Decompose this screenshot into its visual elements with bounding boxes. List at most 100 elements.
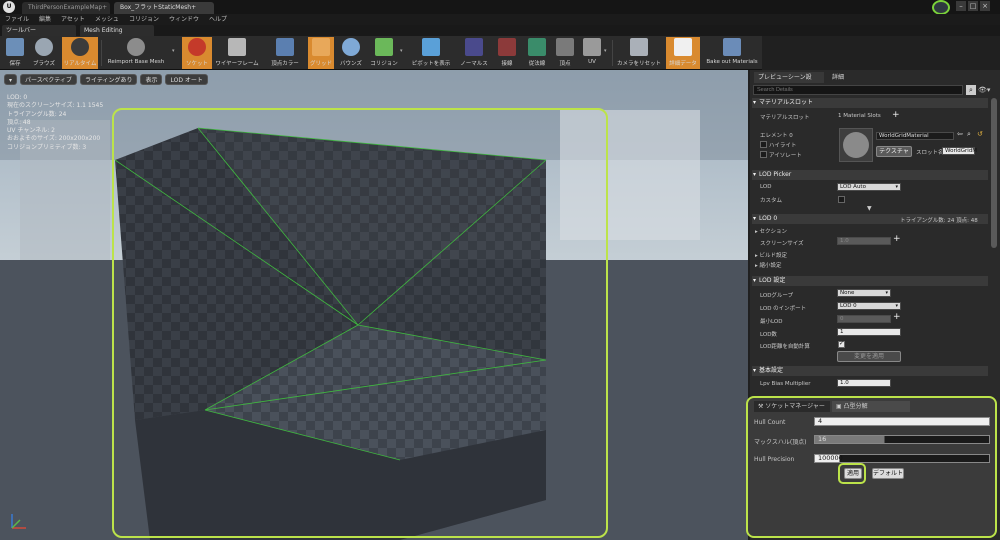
unreal-logo-icon: U — [3, 1, 15, 13]
isolate-label: アイソレート — [769, 153, 802, 159]
expand-chevron-icon[interactable]: ▼ — [867, 205, 872, 212]
lod-count-field[interactable]: 1 — [837, 328, 901, 336]
add-screen-size-icon[interactable]: + — [893, 234, 901, 244]
socket-icon — [188, 38, 206, 56]
details-scrollbar[interactable] — [991, 98, 997, 248]
section-lod-settings[interactable]: LOD 設定 — [752, 276, 988, 286]
menu-asset[interactable]: アセット — [56, 14, 90, 25]
lod-picker-dropdown[interactable]: LOD Auto — [837, 183, 901, 191]
reset-icon[interactable]: ↺ — [977, 130, 983, 138]
tab-third-person-map[interactable]: ThirdPersonExampleMap+ — [22, 2, 110, 14]
wireframe-button[interactable]: ワイヤーフレーム — [214, 37, 260, 69]
menu-bar: ファイル 編集 アセット メッシュ コリジョン ウィンドウ ヘルプ — [0, 14, 1000, 25]
collision-dropdown-icon[interactable]: ▾ — [400, 48, 405, 54]
section-basic-settings[interactable]: 基本設定 — [752, 366, 988, 376]
bounds-icon — [342, 38, 360, 56]
binormals-button[interactable]: 従法線 — [524, 37, 550, 69]
reduction-settings-row[interactable]: ▸ 縮小設定 — [755, 261, 782, 269]
minimize-button[interactable]: – — [956, 1, 966, 11]
uv-dropdown-icon[interactable]: ▾ — [604, 48, 609, 54]
vertex-color-button[interactable]: 頂点カラー — [266, 37, 304, 69]
vertices-button[interactable]: 頂点 — [554, 37, 576, 69]
viewport-highlight — [112, 108, 608, 538]
section-lod-picker[interactable]: LOD Picker — [752, 170, 988, 180]
hull-count-field[interactable]: 4 — [814, 417, 990, 426]
collision-icon — [375, 38, 393, 56]
hull-precision-field[interactable]: 100000 — [814, 454, 990, 463]
menu-mesh[interactable]: メッシュ — [90, 14, 124, 25]
close-window-button[interactable]: × — [980, 1, 990, 11]
lod-auto-button[interactable]: LOD オート — [165, 74, 208, 85]
section-subsection[interactable]: ▸ セクション — [755, 227, 787, 235]
bounds-button[interactable]: バウンズ — [338, 37, 364, 69]
tab-toolbar[interactable]: ツールバー — [2, 25, 76, 36]
reset-camera-button[interactable]: カメラをリセット — [616, 37, 662, 69]
slot-name-field[interactable]: WorldGridM — [942, 147, 977, 155]
search-icon[interactable]: ⌕ — [966, 85, 976, 95]
bake-out-materials-button[interactable]: Bake out Materials — [704, 37, 760, 69]
tangents-button[interactable]: 接線 — [494, 37, 520, 69]
lod-count-label: LOD数 — [760, 332, 777, 338]
tab-convex-decomposition[interactable]: ▣ 凸型分解 — [832, 401, 910, 412]
menu-edit[interactable]: 編集 — [34, 14, 56, 25]
reimport-base-mesh-button[interactable]: Reimport Base Mesh — [104, 37, 168, 69]
menu-help[interactable]: ヘルプ — [204, 14, 232, 25]
collision-button[interactable]: コリジョン — [368, 37, 400, 69]
eye-icon[interactable]: 👁▾ — [978, 85, 996, 95]
uv-button[interactable]: UV — [580, 37, 604, 69]
socket-button[interactable]: ソケット — [182, 37, 212, 69]
slot-name-label: スロット名 — [916, 150, 944, 156]
default-button[interactable]: デフォルト — [872, 468, 904, 479]
tab-socket-manager[interactable]: ⚒ ソケットマネージャー — [754, 401, 830, 412]
vertex-color-icon — [276, 38, 294, 56]
apply-changes-button[interactable]: 変更を適用 — [837, 351, 901, 362]
toolbar-divider — [612, 40, 613, 66]
maximize-button[interactable]: □ — [968, 1, 978, 11]
highlight-checkbox[interactable] — [760, 141, 767, 148]
menu-file[interactable]: ファイル — [0, 14, 34, 25]
lod-group-dropdown[interactable]: None — [837, 289, 891, 297]
browse-asset-icon[interactable]: ⌕ — [967, 130, 971, 139]
mesh-viewport[interactable]: ▾ パースペクティブ ライティングあり 表示 LOD オート LOD: 0 現在… — [0, 70, 748, 540]
reimport-dropdown-icon[interactable]: ▾ — [172, 48, 177, 54]
texture-dropdown[interactable]: テクスチャ — [876, 146, 912, 157]
add-min-lod-icon[interactable]: + — [893, 312, 901, 322]
normals-button[interactable]: ノーマルス — [458, 37, 490, 69]
custom-checkbox[interactable] — [838, 196, 845, 203]
lit-button[interactable]: ライティングあり — [79, 74, 138, 85]
tab-details[interactable]: 詳細 — [828, 72, 874, 83]
use-selected-icon[interactable]: ⇦ — [957, 130, 963, 138]
max-hull-verts-field[interactable]: 16 — [814, 435, 990, 444]
help-icon[interactable] — [932, 0, 950, 15]
menu-collision[interactable]: コリジョン — [124, 14, 164, 25]
save-icon — [6, 38, 24, 56]
screen-size-field[interactable]: 1.0 — [837, 237, 891, 245]
grid-button[interactable]: グリッド — [308, 37, 334, 69]
isolate-checkbox[interactable] — [760, 151, 767, 158]
lpv-bias-field[interactable]: 1.0 — [837, 379, 891, 387]
menu-window[interactable]: ウィンドウ — [164, 14, 204, 25]
details-search-input[interactable] — [753, 85, 963, 95]
grid-icon — [312, 38, 330, 56]
tab-mesh-editing[interactable]: Mesh Editing — [80, 25, 154, 36]
details-button[interactable]: 詳細データ — [666, 37, 700, 69]
show-button[interactable]: 表示 — [140, 74, 163, 85]
viewport-options-button[interactable]: ▾ — [4, 74, 18, 85]
tab-preview-scene[interactable]: プレビューシーン設 — [754, 72, 824, 83]
add-slot-icon[interactable]: + — [892, 110, 900, 120]
perspective-button[interactable]: パースペクティブ — [20, 74, 77, 85]
lod-group-label: LODグループ — [760, 293, 794, 299]
min-lod-field[interactable]: 0 — [837, 315, 891, 323]
material-dropdown[interactable]: WorldGridMaterial — [876, 132, 954, 140]
tab-box-static-mesh[interactable]: Box_フラットStaticMesh+ — [114, 2, 214, 14]
realtime-button[interactable]: リアルタイム — [62, 37, 98, 69]
show-pivot-button[interactable]: ピボットを表示 — [408, 37, 454, 69]
build-settings-row[interactable]: ▸ ビルド設定 — [755, 251, 787, 259]
browse-button[interactable]: ブラウズ — [30, 37, 58, 69]
material-thumbnail[interactable] — [839, 128, 873, 162]
auto-compute-checkbox[interactable] — [838, 340, 845, 348]
section-material-slots[interactable]: マテリアルスロット — [752, 98, 988, 108]
lod-import-dropdown[interactable]: LOD 0 — [837, 302, 901, 310]
save-button[interactable]: 保存 — [4, 37, 26, 69]
reset-camera-icon — [630, 38, 648, 56]
